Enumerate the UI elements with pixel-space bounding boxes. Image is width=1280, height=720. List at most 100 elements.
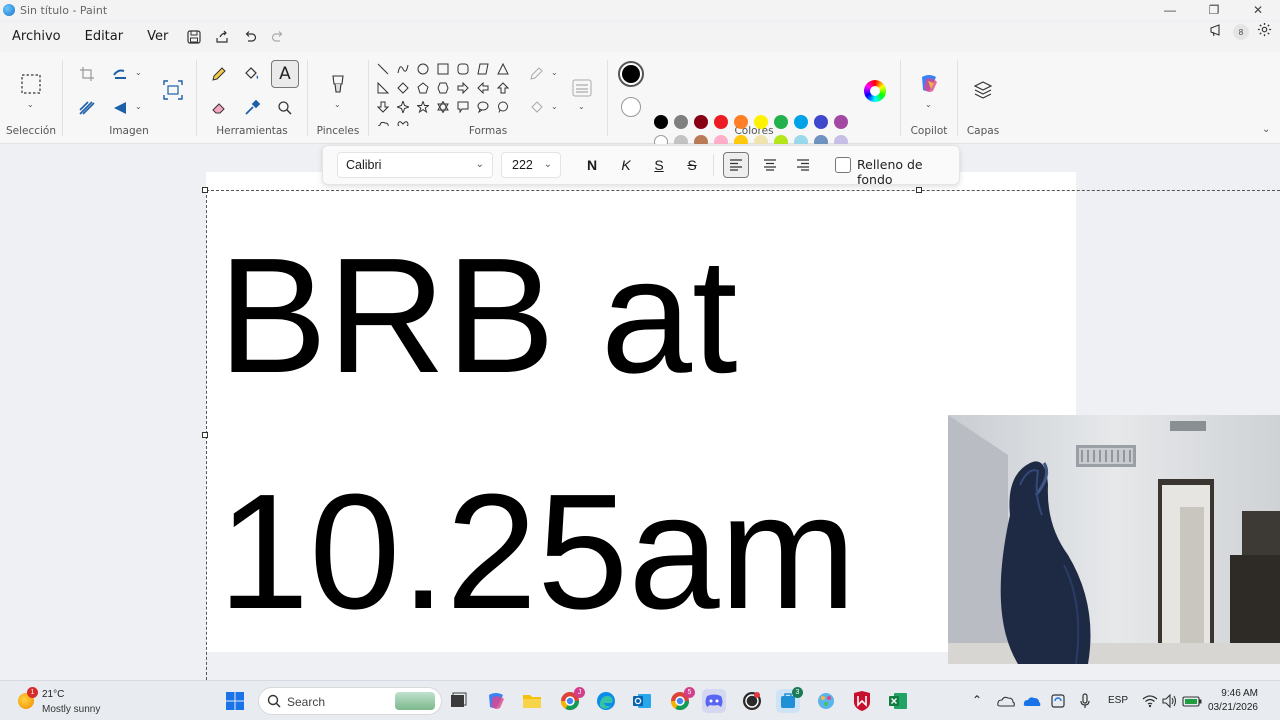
curve-shape-icon[interactable] <box>394 60 412 78</box>
triangle-shape-icon[interactable] <box>494 60 512 78</box>
close-button[interactable]: ✕ <box>1236 0 1280 20</box>
secondary-color[interactable] <box>621 97 641 117</box>
color-swatch[interactable] <box>794 115 808 129</box>
mcafee-icon[interactable] <box>850 689 874 713</box>
down-arrow-shape-icon[interactable] <box>374 98 392 116</box>
color-swatch[interactable] <box>754 115 768 129</box>
redo-icon[interactable] <box>264 23 292 51</box>
resize-handle[interactable] <box>202 187 208 193</box>
pentagon-shape-icon[interactable] <box>414 79 432 97</box>
notification-count[interactable]: 8 <box>1233 24 1249 40</box>
text-tool-icon[interactable]: A <box>271 60 299 88</box>
color-swatch[interactable] <box>654 115 668 129</box>
settings-gear-icon[interactable] <box>1257 22 1272 42</box>
edge-icon[interactable] <box>594 689 618 713</box>
chevron-down-icon[interactable]: ⌄ <box>551 68 558 77</box>
color-swatch[interactable] <box>694 115 708 129</box>
polygon-shape-icon[interactable] <box>474 60 492 78</box>
six-point-star-shape-icon[interactable] <box>434 98 452 116</box>
chevron-down-icon[interactable]: ⌄ <box>334 100 341 109</box>
callout-oval-shape-icon[interactable] <box>474 98 492 116</box>
minimize-button[interactable]: — <box>1148 0 1192 20</box>
outlook-icon[interactable] <box>630 689 654 713</box>
microphone-icon[interactable] <box>1073 689 1097 713</box>
copilot-icon[interactable] <box>915 70 943 98</box>
tray-chevron-up-icon[interactable]: ⌃ <box>972 693 982 707</box>
undo-icon[interactable] <box>236 23 264 51</box>
color-swatch[interactable] <box>834 115 848 129</box>
announcement-icon[interactable] <box>1209 23 1225 42</box>
cloud-shape-icon[interactable] <box>374 117 392 126</box>
chevron-down-icon[interactable]: ⌄ <box>551 102 558 111</box>
heart-shape-icon[interactable] <box>394 117 412 126</box>
right-triangle-shape-icon[interactable] <box>374 79 392 97</box>
chevron-down-icon[interactable]: ⌄ <box>925 100 932 109</box>
resize-icon[interactable] <box>107 60 135 88</box>
background-fill-checkbox[interactable] <box>835 157 851 173</box>
taskbar-search[interactable]: Search <box>258 687 442 715</box>
ribbon-collapse-chevron-icon[interactable]: ⌄ <box>1262 124 1270 135</box>
line-width-icon[interactable] <box>568 74 596 102</box>
resize-handle[interactable] <box>916 187 922 193</box>
copilot-taskbar-icon[interactable] <box>484 689 508 713</box>
color-swatch[interactable] <box>734 115 748 129</box>
strikethrough-button[interactable]: S <box>679 152 705 178</box>
paint-taskbar-icon[interactable] <box>814 689 838 713</box>
language-indicator[interactable]: ESP <box>1108 695 1128 706</box>
excel-icon[interactable] <box>886 689 910 713</box>
obs-icon[interactable] <box>740 689 764 713</box>
resize-handle[interactable] <box>202 432 208 438</box>
image-layers-icon[interactable] <box>159 76 187 104</box>
left-arrow-shape-icon[interactable] <box>474 79 492 97</box>
pencil-icon[interactable] <box>205 60 233 88</box>
font-family-dropdown[interactable]: Calibri ⌄ <box>337 152 493 178</box>
onedrive-blue-icon[interactable] <box>1020 689 1044 713</box>
align-left-button[interactable] <box>723 152 749 178</box>
maximize-button[interactable]: ❐ <box>1192 0 1236 20</box>
chevron-down-icon[interactable]: ⌄ <box>27 100 34 109</box>
rounded-rectangle-shape-icon[interactable] <box>454 60 472 78</box>
app-store-icon[interactable]: 3 <box>776 687 803 713</box>
windows-start-icon[interactable] <box>223 689 247 713</box>
system-clock[interactable]: 9:46 AM 03/21/2026 <box>1208 687 1258 715</box>
file-explorer-icon[interactable] <box>520 689 544 713</box>
font-size-dropdown[interactable]: 222 ⌄ <box>501 152 561 178</box>
chevron-down-icon[interactable]: ⌄ <box>135 68 142 77</box>
line-shape-icon[interactable] <box>374 60 392 78</box>
select-all-icon[interactable] <box>73 94 101 122</box>
bold-button[interactable]: N <box>579 152 605 178</box>
volume-icon[interactable] <box>1158 689 1182 713</box>
shape-fill-icon[interactable] <box>526 94 548 122</box>
rectangle-shape-icon[interactable] <box>434 60 452 78</box>
magnifier-icon[interactable] <box>271 94 299 122</box>
chrome-profile-2-icon[interactable]: 5 <box>668 687 695 713</box>
callout-round-shape-icon[interactable] <box>494 98 512 116</box>
sync-icon[interactable] <box>1046 689 1070 713</box>
discord-icon[interactable] <box>702 689 726 713</box>
crop-icon[interactable] <box>73 60 101 88</box>
eraser-icon[interactable] <box>205 94 233 122</box>
four-point-star-shape-icon[interactable] <box>394 98 412 116</box>
fill-bucket-icon[interactable] <box>238 60 266 88</box>
color-swatch[interactable] <box>674 115 688 129</box>
chrome-icon[interactable]: J <box>558 687 585 713</box>
menu-ver[interactable]: Ver <box>135 23 180 51</box>
share-icon[interactable] <box>208 23 236 51</box>
edit-colors-icon[interactable] <box>864 80 886 102</box>
shape-outline-icon[interactable] <box>526 60 548 88</box>
menu-archivo[interactable]: Archivo <box>0 23 73 51</box>
callout-rect-shape-icon[interactable] <box>454 98 472 116</box>
underline-button[interactable]: S <box>646 152 672 178</box>
save-icon[interactable] <box>180 23 208 51</box>
align-center-button[interactable] <box>757 152 783 178</box>
oval-shape-icon[interactable] <box>414 60 432 78</box>
five-point-star-shape-icon[interactable] <box>414 98 432 116</box>
layers-icon[interactable] <box>969 76 997 104</box>
chevron-down-icon[interactable]: ⌄ <box>578 102 585 111</box>
up-arrow-shape-icon[interactable] <box>494 79 512 97</box>
menu-editar[interactable]: Editar <box>73 23 136 51</box>
primary-color[interactable] <box>618 61 644 87</box>
rotate-icon[interactable] <box>107 94 135 122</box>
onedrive-icon[interactable] <box>994 689 1018 713</box>
diamond-shape-icon[interactable] <box>394 79 412 97</box>
